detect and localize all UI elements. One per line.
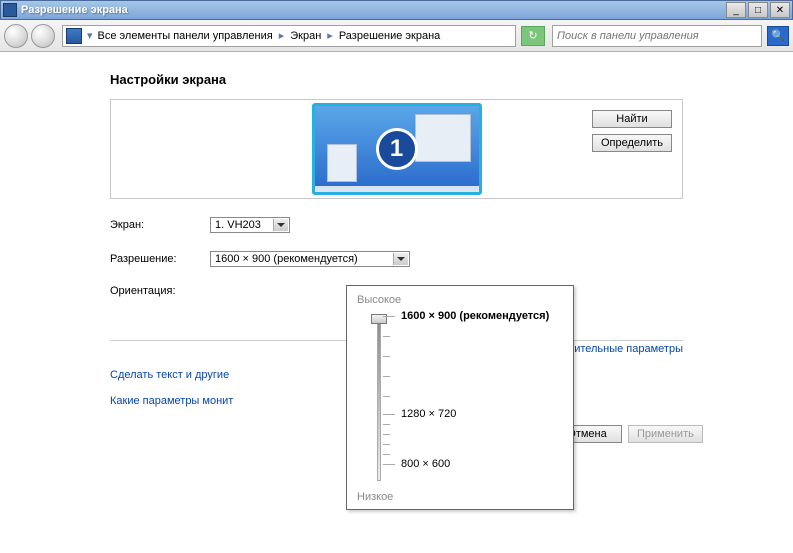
refresh-button[interactable]: ↻ xyxy=(521,26,545,46)
window-titlebar: Разрешение экрана _ □ ✕ xyxy=(0,0,793,20)
toolbar: ▾ Все элементы панели управления ▸ Экран… xyxy=(0,20,793,52)
maximize-button[interactable]: □ xyxy=(748,2,768,18)
screen-dropdown[interactable]: 1. VH203 xyxy=(210,217,290,233)
screen-value: 1. VH203 xyxy=(215,219,261,231)
dropdown-arrow-icon xyxy=(273,219,288,231)
screen-row: Экран: 1. VH203 xyxy=(110,217,793,233)
screen-label: Экран: xyxy=(110,219,210,231)
orientation-label: Ориентация: xyxy=(110,285,210,297)
slider-track xyxy=(377,316,381,481)
app-icon xyxy=(3,3,17,17)
dialog-buttons: Отмена Применить xyxy=(552,425,703,443)
slider-minor-tick xyxy=(383,376,390,377)
minimize-button[interactable]: _ xyxy=(726,2,746,18)
detect-button[interactable]: Определить xyxy=(592,134,672,152)
address-bar[interactable]: ▾ Все элементы панели управления ▸ Экран… xyxy=(62,25,516,47)
breadcrumb-seg2[interactable]: Экран xyxy=(290,30,321,42)
resolution-slider[interactable]: 1600 × 900 (рекомендуется)1280 × 720800 … xyxy=(371,316,563,481)
close-button[interactable]: ✕ xyxy=(770,2,790,18)
slider-minor-tick xyxy=(383,454,390,455)
resolution-label: Разрешение: xyxy=(110,253,210,265)
slider-minor-tick xyxy=(383,434,390,435)
monitor-preview-box: 1 Найти Определить xyxy=(110,99,683,199)
resolution-value: 1600 × 900 (рекомендуется) xyxy=(215,253,358,265)
monitor-number-badge: 1 xyxy=(376,128,418,170)
chevron-down-icon[interactable]: ▾ xyxy=(85,29,95,42)
monitor-thumbnail[interactable]: 1 xyxy=(312,103,482,195)
apply-button[interactable]: Применить xyxy=(628,425,703,443)
resolution-row: Разрешение: 1600 × 900 (рекомендуется) xyxy=(110,251,793,267)
slider-tick xyxy=(383,464,395,465)
slider-tick-label: 1600 × 900 (рекомендуется) xyxy=(401,310,549,322)
breadcrumb-seg1[interactable]: Все элементы панели управления xyxy=(98,30,273,42)
slider-minor-tick xyxy=(383,444,390,445)
dropdown-arrow-icon xyxy=(393,253,408,265)
preview-window-icon xyxy=(327,144,357,182)
slider-minor-tick xyxy=(383,424,390,425)
breadcrumb-seg3[interactable]: Разрешение экрана xyxy=(339,30,440,42)
slider-bottom-label: Низкое xyxy=(357,491,393,503)
find-button[interactable]: Найти xyxy=(592,110,672,128)
chevron-right-icon: ▸ xyxy=(324,29,336,42)
chevron-right-icon: ▸ xyxy=(276,29,288,42)
window-title: Разрешение экрана xyxy=(21,4,724,16)
preview-taskbar xyxy=(315,186,479,192)
slider-minor-tick xyxy=(383,356,390,357)
monitor-params-link[interactable]: Какие параметры монит xyxy=(110,395,233,407)
forward-button[interactable] xyxy=(31,24,55,48)
slider-top-label: Высокое xyxy=(357,294,563,306)
control-panel-icon xyxy=(66,28,82,44)
slider-tick-label: 1280 × 720 xyxy=(401,408,456,420)
slider-tick-label: 800 × 600 xyxy=(401,458,450,470)
resolution-dropdown[interactable]: 1600 × 900 (рекомендуется) xyxy=(210,251,410,267)
slider-tick xyxy=(383,414,395,415)
search-box[interactable] xyxy=(552,25,762,47)
search-button[interactable]: 🔍 xyxy=(767,26,789,46)
resolution-slider-popup: Высокое 1600 × 900 (рекомендуется)1280 ×… xyxy=(346,285,574,510)
slider-minor-tick xyxy=(383,396,390,397)
back-button[interactable] xyxy=(4,24,28,48)
preview-window-icon xyxy=(415,114,471,162)
search-input[interactable] xyxy=(553,30,761,42)
text-size-link[interactable]: Сделать текст и другие xyxy=(110,369,229,381)
slider-minor-tick xyxy=(383,336,390,337)
page-title: Настройки экрана xyxy=(110,72,793,87)
preview-button-group: Найти Определить xyxy=(592,110,672,152)
slider-tick xyxy=(383,316,395,317)
